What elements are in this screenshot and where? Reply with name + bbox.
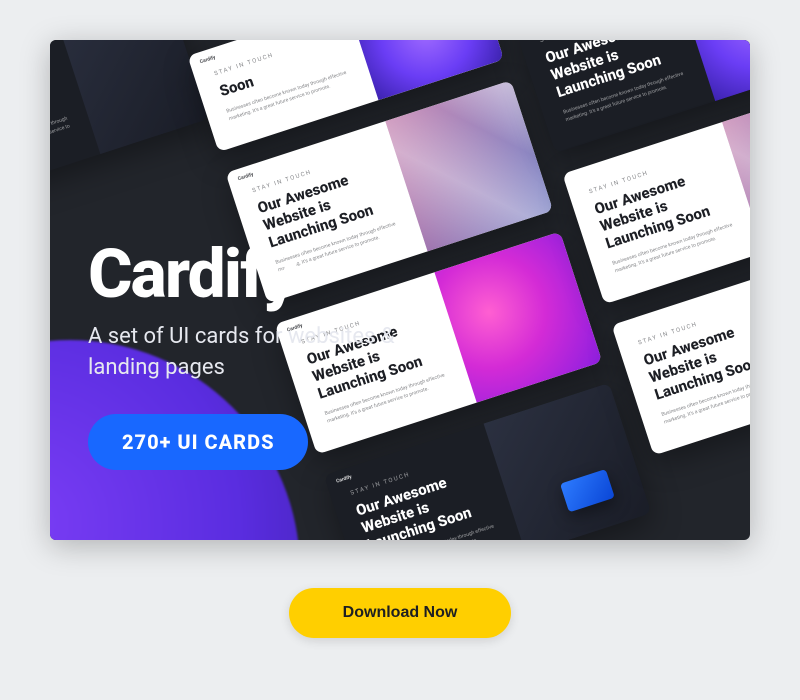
download-button[interactable]: Download Now xyxy=(289,588,512,638)
hero-banner: STAY IN TOUCH Our Awesome Website is Lau… xyxy=(50,40,750,540)
mock-card: STAY IN TOUCH Our Awesome Website is Lau… xyxy=(50,40,209,199)
mock-card-body: Businesses often become known today thro… xyxy=(50,114,75,170)
hero-copy: Cardify A set of UI cards for websites &… xyxy=(88,240,428,470)
cta-row: Download Now xyxy=(0,588,800,638)
hero-badge: 270+ UI CARDS xyxy=(88,414,308,470)
hero-title: Cardify xyxy=(88,240,428,308)
hero-subtitle: A set of UI cards for websites & landing… xyxy=(88,322,428,384)
